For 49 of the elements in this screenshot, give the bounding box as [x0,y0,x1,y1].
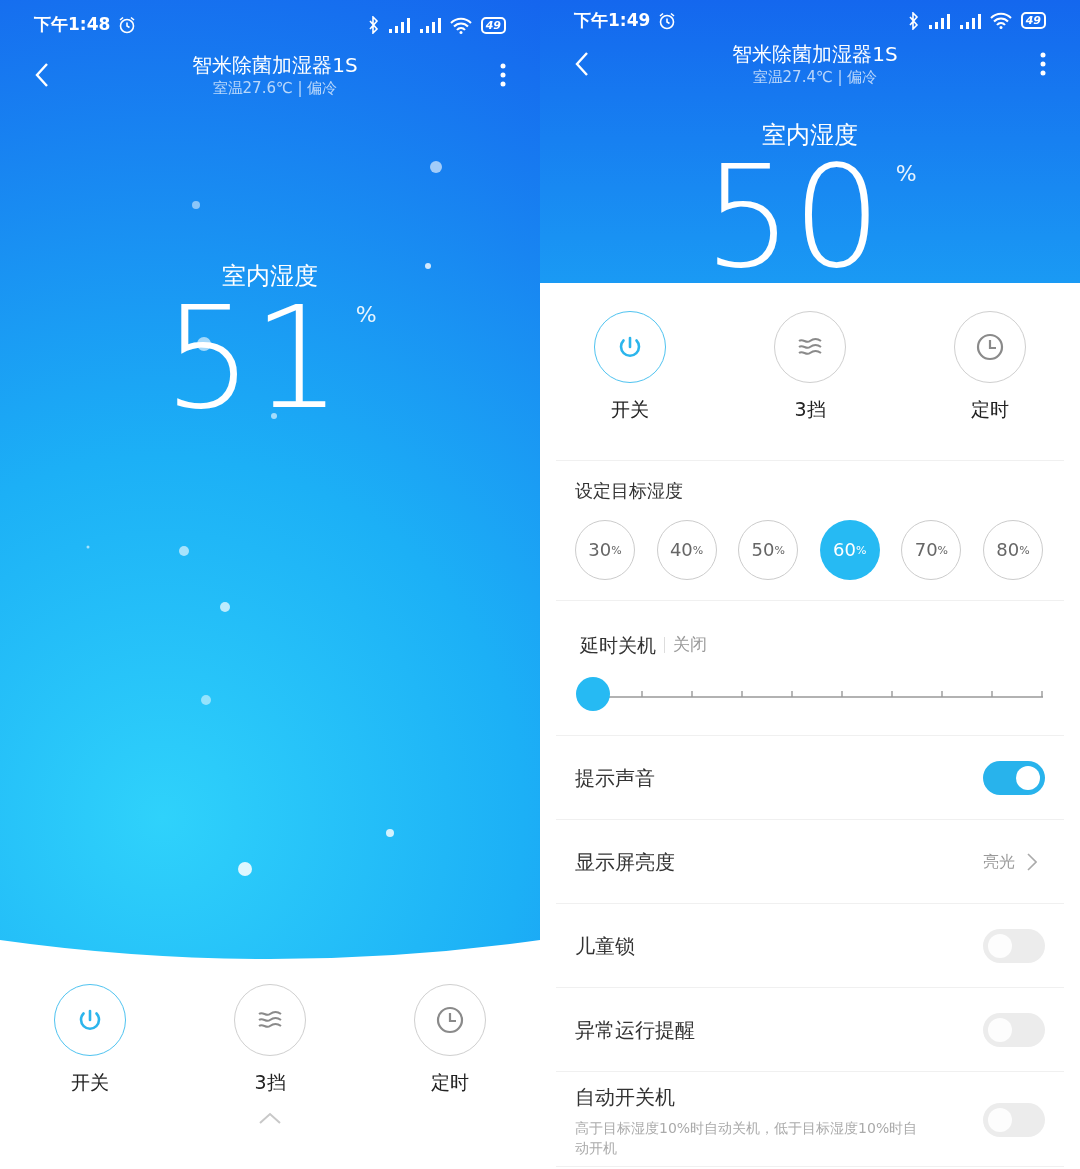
alarm-clock-icon [658,11,677,30]
control-label: 开关 [611,397,649,422]
alarm-clock-icon [118,16,137,34]
control-label: 定时 [431,1070,469,1095]
signal-icon [958,12,981,29]
more-icon[interactable] [500,63,506,87]
status-time: 下午1:48 [34,13,111,37]
control-label: 3挡 [254,1070,286,1095]
back-icon[interactable] [574,51,590,77]
signal-icon [387,17,410,33]
bubble-icon [237,861,253,877]
control-label: 定时 [971,397,1009,422]
wifi-icon [989,12,1012,29]
toggle-switch[interactable] [983,760,1045,795]
signal-icon [418,17,441,33]
setting-label: 异常运行提醒 [575,1016,695,1044]
delay-slider[interactable] [576,677,1044,711]
wifi-icon [449,16,472,34]
setting-label: 显示屏亮度 [575,848,675,876]
bluetooth-icon [907,11,919,30]
humidity-value: 50 [703,153,882,283]
status-time: 下午1:49 [574,8,651,32]
device-title: 智米除菌加湿器1S [192,52,358,78]
humidity-label: 室内湿度 [762,120,858,151]
delay-status: 关闭 [673,633,707,656]
slider-thumb[interactable] [576,677,610,711]
setting-label: 儿童锁 [575,932,635,960]
room-temperature: 室温27.4℃ | 偏冷 [752,67,878,87]
control-label: 开关 [71,1070,109,1095]
signal-icon [927,12,950,29]
setting-description: 高于目标湿度10%时自动关机，低于目标湿度10%时自动开机 [575,1119,919,1158]
section-title: 延时关机 [580,632,656,658]
control-label: 3挡 [794,397,826,422]
battery-level: 49 [480,16,506,34]
bluetooth-icon [367,16,379,34]
percent-unit: % [895,160,917,188]
room-temperature: 室温27.6℃ | 偏冷 [212,78,338,98]
section-title: 设定目标湿度 [575,478,684,503]
humidity-value: 51 [163,294,342,424]
battery-level: 49 [1020,12,1046,29]
percent-unit: % [355,301,377,329]
humidity-label: 室内湿度 [222,261,318,292]
more-icon[interactable] [1040,52,1046,76]
device-title: 智米除菌加湿器1S [732,41,898,67]
chevron-up-icon[interactable] [258,1110,282,1125]
chevron-right-icon [1027,852,1037,871]
setting-label: 自动开关机 [575,1084,676,1111]
setting-label: 提示声音 [575,764,655,792]
back-icon[interactable] [34,62,50,88]
